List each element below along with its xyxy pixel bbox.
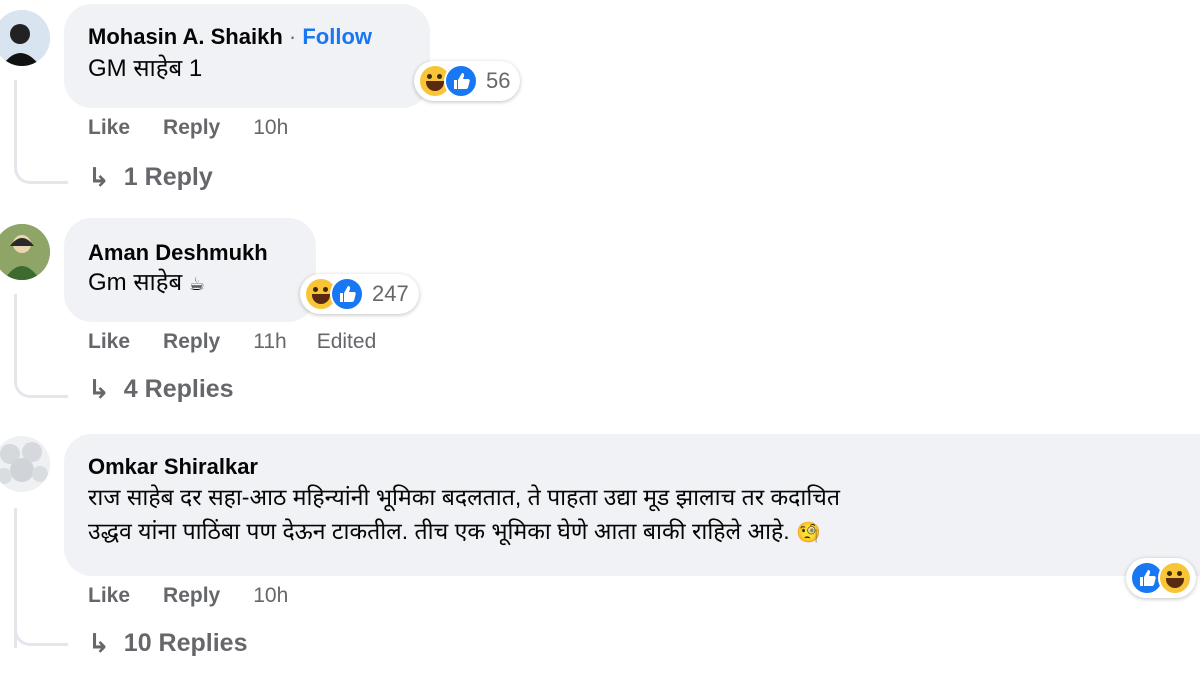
reply-button[interactable]: Reply (163, 116, 220, 140)
like-reaction-icon (444, 64, 478, 98)
separator-dot: · (288, 24, 297, 49)
comment-actions: Like Reply 10h (88, 116, 318, 140)
thread-connector (14, 376, 68, 398)
edited-label: Edited (316, 330, 377, 353)
comment-author[interactable]: Omkar Shiralkar (88, 454, 1190, 480)
thread-line (14, 294, 17, 380)
view-replies-link[interactable]: ↳ 10 Replies (88, 628, 247, 659)
like-button[interactable]: Like (88, 584, 130, 608)
timestamp[interactable]: 10h (253, 584, 288, 608)
coffee-emoji-icon: ☕ (188, 274, 206, 294)
comment-author[interactable]: Mohasin A. Shaikh (88, 24, 283, 49)
replies-label: 1 Reply (123, 163, 213, 191)
reaction-summary[interactable] (1126, 558, 1196, 598)
comment-actions: Like Reply 11h Edited (88, 330, 409, 354)
reaction-count: 56 (486, 68, 511, 93)
timestamp[interactable]: 10h (253, 116, 288, 140)
comment-text-line-2: उद्धव यांना पाठिंबा पण देऊन टाकतील. तीच … (88, 518, 790, 544)
reply-arrow-icon: ↳ (88, 628, 110, 658)
reaction-summary[interactable]: 56 (414, 61, 521, 101)
like-button[interactable]: Like (88, 330, 130, 354)
avatar[interactable] (0, 224, 50, 280)
view-replies-link[interactable]: ↳ 4 Replies (88, 374, 234, 405)
like-button[interactable]: Like (88, 116, 130, 140)
replies-label: 10 Replies (123, 629, 248, 657)
comment-bubble: Aman Deshmukh Gm साहेब ☕ (64, 218, 316, 322)
follow-button[interactable]: Follow (302, 24, 372, 49)
thread-connector (14, 162, 68, 184)
comment-text: Gm साहेब (88, 269, 183, 296)
thread-connector (14, 624, 68, 646)
like-reaction-icon (330, 277, 364, 311)
thread-line (14, 80, 17, 166)
comment-bubble: Mohasin A. Shaikh · Follow GM साहेब 1 (64, 4, 430, 108)
avatar[interactable] (0, 436, 50, 492)
replies-label: 4 Replies (123, 375, 234, 403)
comment-text-line-1: राज साहेब दर सहा-आठ महिन्यांनी भूमिका बद… (88, 484, 840, 510)
reply-arrow-icon: ↳ (88, 374, 110, 404)
avatar[interactable] (0, 10, 50, 66)
comment-text: GM साहेब 1 (88, 55, 203, 82)
reply-arrow-icon: ↳ (88, 162, 110, 192)
reply-button[interactable]: Reply (163, 330, 220, 354)
comment-actions: Like Reply 10h (88, 584, 318, 608)
comment-author[interactable]: Aman Deshmukh (88, 240, 292, 266)
view-replies-link[interactable]: ↳ 1 Reply (88, 162, 213, 193)
comment-bubble: Omkar Shiralkar राज साहेब दर सहा-आठ महिन… (64, 434, 1200, 576)
haha-reaction-icon (1158, 561, 1192, 595)
timestamp[interactable]: 11h (253, 330, 286, 354)
reaction-count: 247 (372, 281, 409, 306)
monocle-emoji-icon: 🧐 (795, 522, 821, 544)
reaction-summary[interactable]: 247 (300, 274, 419, 314)
reply-button[interactable]: Reply (163, 584, 220, 608)
